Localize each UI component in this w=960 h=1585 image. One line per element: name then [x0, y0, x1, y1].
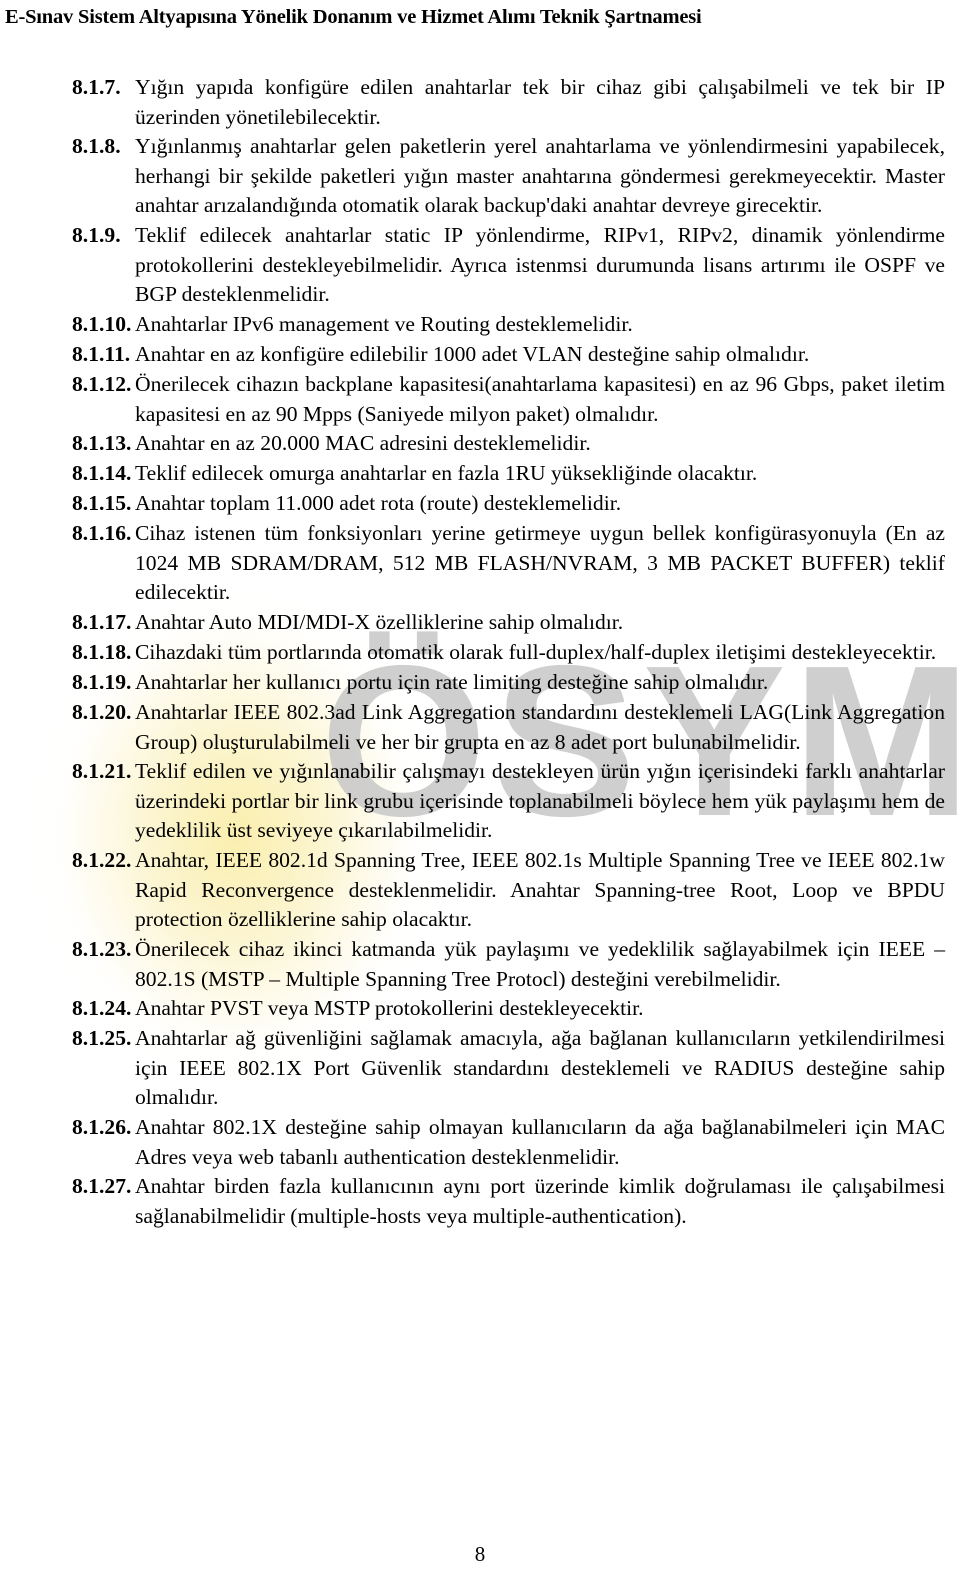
- clause-number: 8.1.25.: [72, 1026, 132, 1050]
- clause-number: 8.1.18.: [72, 640, 132, 664]
- clause-item: 8.1.7. Yığın yapıda konfigüre edilen anah…: [0, 73, 960, 132]
- clause-number: 8.1.21.: [72, 759, 132, 783]
- clause-item: 8.1.18. Cihazdaki tüm portlarında otomati…: [0, 638, 960, 668]
- clause-item: 8.1.8. Yığınlanmış anahtarlar gelen paket…: [0, 132, 960, 221]
- clause-text: Teklif edilen ve yığınlanabilir çalışmay…: [135, 759, 945, 843]
- clause-item: 8.1.24. Anahtar PVST veya MSTP protokolle…: [0, 994, 960, 1024]
- clause-text: Önerilecek cihaz ikinci katmanda yük pay…: [135, 937, 945, 991]
- clause-number: 8.1.27.: [72, 1174, 132, 1198]
- clause-item: 8.1.12. Önerilecek cihazın backplane kapa…: [0, 370, 960, 429]
- clause-text: Teklif edilecek anahtarlar static IP yön…: [135, 223, 945, 307]
- clause-item: 8.1.10. Anahtarlar IPv6 management ve Rou…: [0, 310, 960, 340]
- clause-number: 8.1.23.: [72, 937, 132, 961]
- clause-item: 8.1.20. Anahtarlar IEEE 802.3ad Link Aggr…: [0, 698, 960, 757]
- clause-item: 8.1.16. Cihaz istenen tüm fonksiyonları y…: [0, 519, 960, 608]
- clause-text: Anahtarlar her kullanıcı portu için rate…: [135, 670, 769, 694]
- clause-text: Anahtarlar ağ güvenliğini sağlamak amacı…: [135, 1026, 945, 1110]
- clause-item: 8.1.15. Anahtar toplam 11.000 adet rota (…: [0, 489, 960, 519]
- clause-text: Anahtar PVST veya MSTP protokollerini de…: [135, 996, 644, 1020]
- clause-number: 8.1.11.: [72, 342, 131, 366]
- clause-number: 8.1.9.: [72, 223, 121, 247]
- clause-text: Anahtarlar IEEE 802.3ad Link Aggregation…: [135, 700, 945, 754]
- clause-number: 8.1.19.: [72, 670, 132, 694]
- clause-text: Teklif edilecek omurga anahtarlar en faz…: [135, 461, 758, 485]
- clause-text: Anahtar toplam 11.000 adet rota (route) …: [135, 491, 622, 515]
- clause-item: 8.1.27. Anahtar birden fazla kullanıcının…: [0, 1172, 960, 1231]
- clause-item: 8.1.25. Anahtarlar ağ güvenliğini sağlama…: [0, 1024, 960, 1113]
- clause-item: 8.1.9. Teklif edilecek anahtarlar static …: [0, 221, 960, 310]
- clause-number: 8.1.15.: [72, 491, 132, 515]
- clause-text: Anahtar birden fazla kullanıcının aynı p…: [135, 1174, 945, 1228]
- clause-item: 8.1.14. Teklif edilecek omurga anahtarlar…: [0, 459, 960, 489]
- clause-text: Anahtarlar IPv6 management ve Routing de…: [135, 312, 633, 336]
- clause-text: Önerilecek cihazın backplane kapasitesi(…: [135, 372, 945, 426]
- clause-number: 8.1.7.: [72, 75, 121, 99]
- clause-text: Cihaz istenen tüm fonksiyonları yerine g…: [135, 521, 945, 605]
- clause-number: 8.1.10.: [72, 312, 132, 336]
- clause-item: 8.1.22. Anahtar, IEEE 802.1d Spanning Tre…: [0, 846, 960, 935]
- clause-item: 8.1.11. Anahtar en az konfigüre edilebili…: [0, 340, 960, 370]
- document-running-header: E-Sınav Sistem Altyapısına Yönelik Donan…: [5, 6, 702, 28]
- clause-number: 8.1.13.: [72, 431, 132, 455]
- clause-item: 8.1.21. Teklif edilen ve yığınlanabilir ç…: [0, 757, 960, 846]
- clause-item: 8.1.19. Anahtarlar her kullanıcı portu iç…: [0, 668, 960, 698]
- clause-text: Anahtar en az 20.000 MAC adresini destek…: [135, 431, 591, 455]
- clause-item: 8.1.26. Anahtar 802.1X desteğine sahip ol…: [0, 1113, 960, 1172]
- clause-number: 8.1.16.: [72, 521, 132, 545]
- clause-text: Anahtar en az konfigüre edilebilir 1000 …: [135, 342, 810, 366]
- clause-number: 8.1.8.: [72, 134, 121, 158]
- clause-item: 8.1.17. Anahtar Auto MDI/MDI-X özellikler…: [0, 608, 960, 638]
- clause-item: 8.1.23. Önerilecek cihaz ikinci katmanda …: [0, 935, 960, 994]
- clause-text: Anahtar Auto MDI/MDI-X özelliklerine sah…: [135, 610, 624, 634]
- clause-text: Anahtar 802.1X desteğine sahip olmayan k…: [135, 1115, 945, 1169]
- clause-item: 8.1.13. Anahtar en az 20.000 MAC adresini…: [0, 429, 960, 459]
- clause-number: 8.1.22.: [72, 848, 132, 872]
- clause-number: 8.1.24.: [72, 996, 132, 1020]
- clause-number: 8.1.17.: [72, 610, 132, 634]
- clause-number: 8.1.14.: [72, 461, 132, 485]
- clause-text: Yığınlanmış anahtarlar gelen paketlerin …: [135, 134, 945, 218]
- clause-number: 8.1.12.: [72, 372, 132, 396]
- page-number: 8: [474, 1542, 486, 1566]
- clause-number: 8.1.26.: [72, 1115, 132, 1139]
- clause-text: Anahtar, IEEE 802.1d Spanning Tree, IEEE…: [135, 848, 945, 932]
- clause-text: Cihazdaki tüm portlarında otomatik olara…: [135, 640, 937, 664]
- clause-text: Yığın yapıda konfigüre edilen anahtarlar…: [135, 75, 945, 129]
- clause-number: 8.1.20.: [72, 700, 132, 724]
- document-page: E-Sınav Sistem Altyapısına Yönelik Donan…: [0, 0, 960, 1585]
